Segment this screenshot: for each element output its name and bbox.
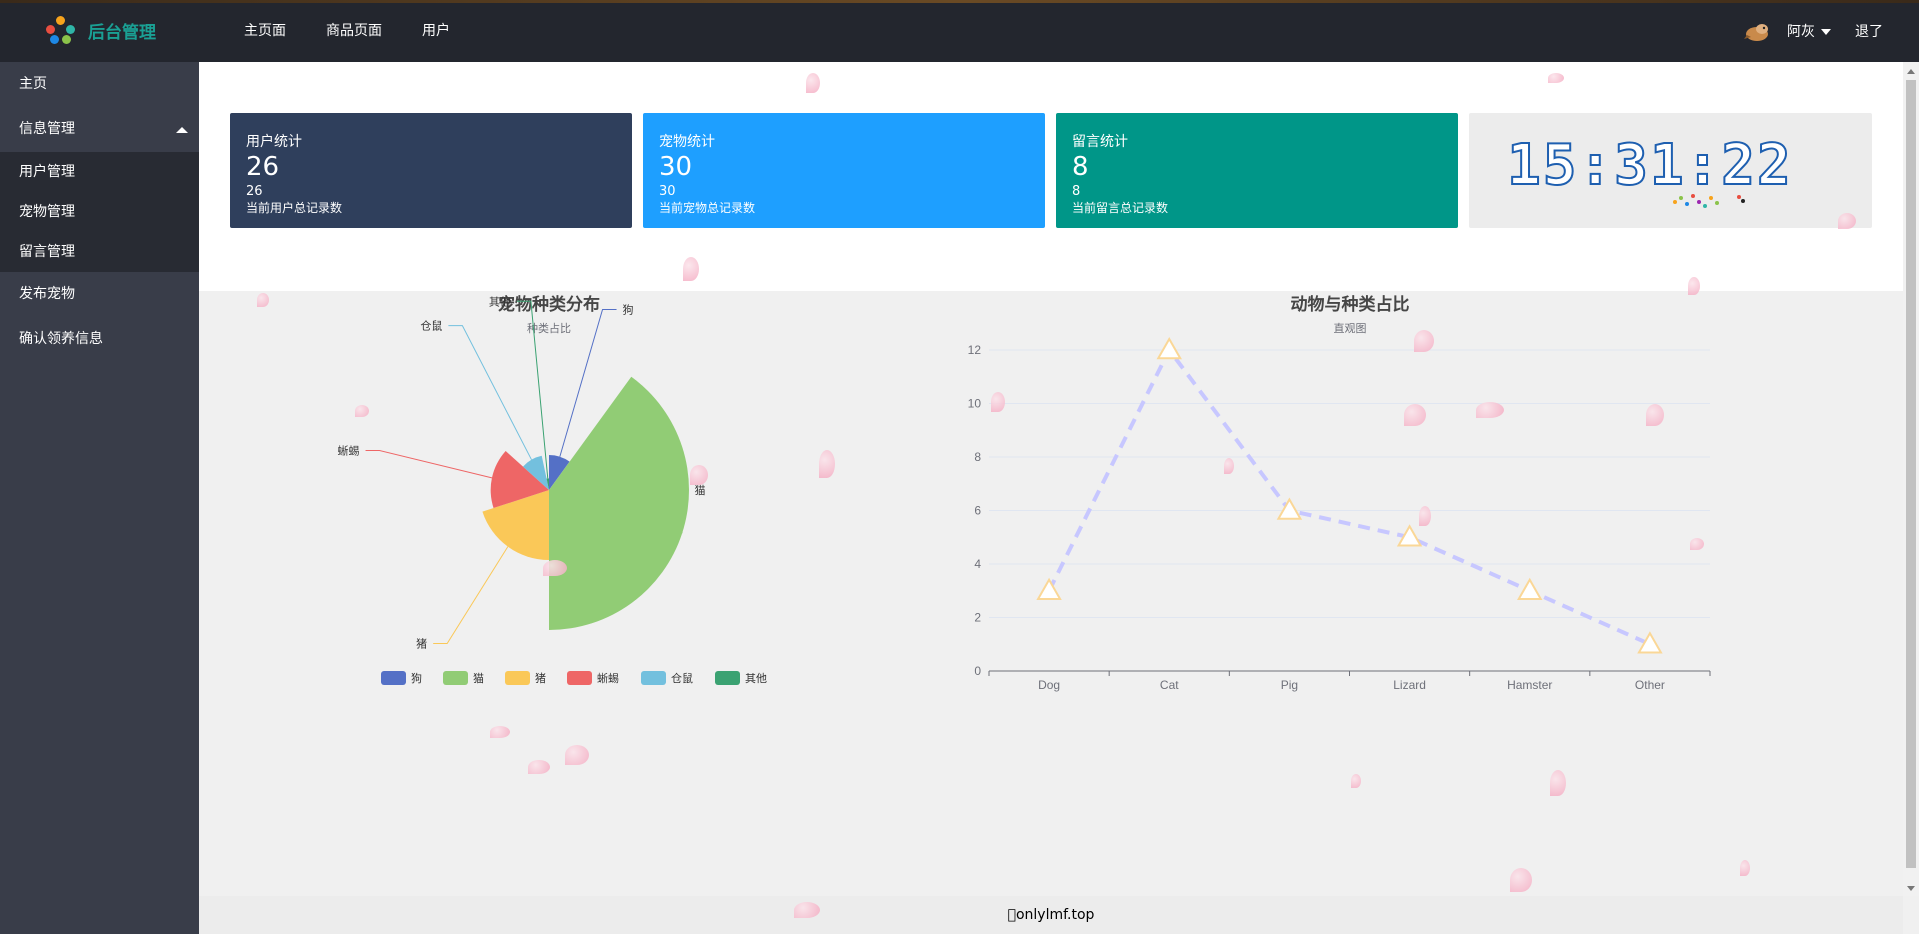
legend-swatch [505, 671, 530, 685]
x-tick-label: Cat [1160, 678, 1179, 692]
y-tick-label: 0 [974, 664, 981, 678]
x-tick-label: Dog [1038, 678, 1060, 692]
petal-decoration [1404, 404, 1426, 426]
label-line [365, 450, 493, 479]
scroll-up-icon[interactable] [1907, 69, 1915, 74]
y-tick-label: 4 [974, 557, 981, 571]
legend-label: 狗 [411, 672, 422, 685]
series-line [1047, 346, 1651, 647]
data-point [1156, 336, 1182, 360]
data-point [1036, 577, 1062, 600]
petal-decoration [806, 73, 820, 93]
petal-decoration [490, 726, 510, 738]
x-tick-label: Lizard [1393, 678, 1426, 692]
petal-decoration [1414, 330, 1434, 352]
legend-swatch [381, 671, 406, 685]
slice-label: 仓鼠 [420, 319, 442, 333]
petal-decoration [794, 902, 820, 918]
scroll-thumb[interactable] [1906, 80, 1916, 868]
petal-decoration [1838, 213, 1856, 229]
petal-decoration [1688, 277, 1700, 295]
rose-slice [549, 376, 689, 630]
legend-swatch [715, 671, 740, 685]
petal-decoration [1548, 73, 1564, 83]
y-tick-label: 6 [974, 504, 981, 518]
petal-decoration [1646, 404, 1664, 426]
data-point [1517, 577, 1543, 600]
legend-label: 猫 [473, 672, 484, 685]
petal-decoration [1690, 538, 1704, 550]
petal-decoration [543, 560, 567, 576]
petal-decoration [1510, 868, 1532, 892]
petal-decoration [1476, 402, 1504, 418]
y-tick-label: 10 [968, 397, 982, 411]
apple-icon:  [1008, 907, 1016, 923]
label-line [433, 546, 509, 645]
chart-title: 宠物种类分布 [498, 294, 600, 314]
slice-label: 猪 [416, 638, 427, 651]
legend-swatch [567, 671, 592, 685]
petal-decoration [690, 465, 708, 485]
chart-title: 动物与种类占比 [1291, 294, 1410, 314]
page-scrollbar[interactable] [1903, 62, 1919, 896]
data-point [1276, 497, 1303, 520]
charts-layer: 宠物种类分布种类占比狗猫猪蜥蜴仓鼠其他狗猫猪蜥蜴 仓鼠 其他动物与种类占比直观图02… [338, 294, 1711, 692]
y-tick-label: 12 [968, 343, 982, 357]
slice-label: 猫 [695, 484, 706, 497]
label-line [448, 325, 532, 460]
legend-label: 猪 [535, 672, 546, 685]
legend-swatch [443, 671, 468, 685]
footer: onlylmf.top [199, 896, 1903, 934]
petal-decoration [355, 405, 369, 417]
petal-decoration [819, 450, 835, 478]
legend-swatch [641, 671, 666, 685]
petal-decoration [528, 760, 550, 774]
petal-decoration [1351, 774, 1361, 788]
x-tick-label: Other [1635, 678, 1665, 692]
petal-decoration [1419, 506, 1431, 526]
legend-label: 蜥蜴 [597, 671, 619, 685]
x-tick-label: Hamster [1507, 678, 1552, 692]
petal-decoration [1224, 458, 1234, 474]
petal-decoration [1740, 860, 1750, 876]
slice-label: 狗 [623, 304, 634, 317]
slice-label: 蜥蜴 [338, 444, 360, 458]
petal-decoration [257, 293, 269, 307]
petal-decoration [991, 392, 1005, 412]
scroll-down-icon[interactable] [1907, 886, 1915, 891]
petal-decoration [683, 257, 699, 281]
slice-label: 其他 [489, 295, 511, 308]
petal-decoration [565, 745, 589, 765]
chart-subtitle: 直观图 [1334, 321, 1367, 335]
y-tick-label: 8 [974, 450, 981, 464]
y-tick-label: 2 [974, 611, 981, 625]
legend-label: 仓鼠 [671, 671, 693, 685]
footer-text[interactable]: onlylmf.top [1016, 907, 1094, 923]
petal-decoration [1550, 770, 1566, 796]
legend-label: 其他 [745, 672, 767, 685]
x-tick-label: Pig [1281, 678, 1298, 692]
